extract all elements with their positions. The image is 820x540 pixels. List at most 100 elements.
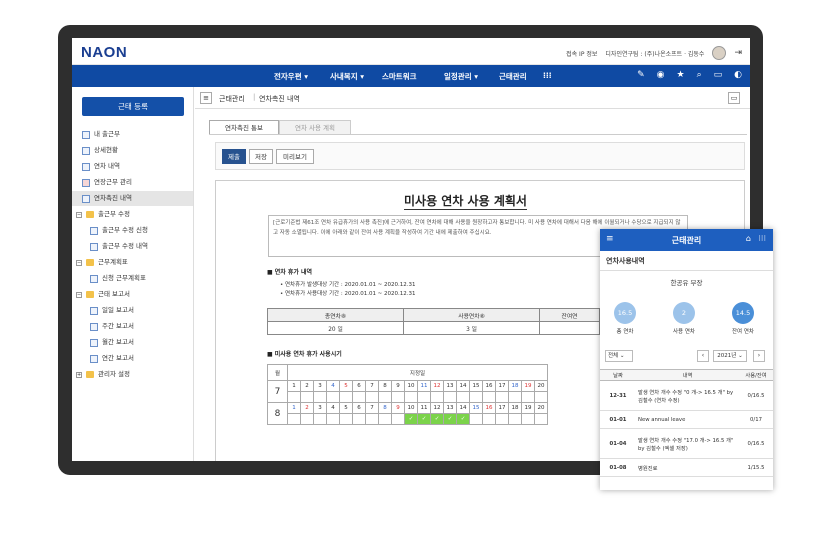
attendance-register-button[interactable]: 근태 등록: [82, 97, 184, 116]
sidebar-item-monthly-report[interactable]: 월간 보고서: [90, 335, 134, 350]
nav-mail[interactable]: 전자우편 ▾: [274, 71, 308, 82]
menu-toggle-icon[interactable]: ≡: [200, 92, 212, 104]
calendar-select-cell[interactable]: ✓: [443, 413, 457, 425]
calendar-select-cell[interactable]: [326, 391, 340, 403]
sidebar-item-plan-request[interactable]: 신청 근무계획표: [90, 271, 146, 286]
sidebar-item-yearly-report[interactable]: 연간 보고서: [90, 351, 134, 366]
sidebar-item-overtime[interactable]: 연장근무 관리: [82, 175, 132, 190]
calendar-select-cell[interactable]: [378, 391, 392, 403]
calendar-select-cell[interactable]: ✓: [430, 413, 444, 425]
calendar-select-cell[interactable]: [430, 391, 444, 403]
table-row[interactable]: 01-08 병원진료 1/15.5: [600, 458, 773, 477]
preview-button[interactable]: 미리보기: [276, 149, 314, 164]
chat-icon[interactable]: ◉: [657, 70, 665, 80]
palette-icon[interactable]: ◐: [734, 70, 742, 80]
expand-icon[interactable]: −: [76, 211, 82, 218]
breadcrumb-root[interactable]: 근태관리: [219, 94, 245, 104]
avatar[interactable]: [712, 46, 727, 60]
calendar-day: 15: [469, 380, 483, 392]
calendar-select-cell[interactable]: [482, 391, 496, 403]
calendar-select-cell[interactable]: [339, 391, 353, 403]
sidebar-item-leave-promotion[interactable]: 연차촉진 내역: [72, 191, 193, 206]
table-row[interactable]: 01-01 New annual leave 0/17: [600, 410, 773, 429]
search-icon[interactable]: ⌕: [697, 70, 702, 80]
expand-icon[interactable]: −: [76, 259, 82, 266]
calendar-select-cell[interactable]: ✓: [417, 413, 431, 425]
calendar-select-cell[interactable]: [482, 413, 496, 425]
sidebar-item-my-attendance[interactable]: 내 출근부: [82, 127, 120, 142]
nav-schedule[interactable]: 일정관리 ▾: [444, 71, 478, 82]
calendar-select-cell[interactable]: [313, 391, 327, 403]
calendar-select-cell[interactable]: [521, 413, 535, 425]
naon-logo[interactable]: NAON: [81, 44, 127, 61]
table-row[interactable]: 01-04 발생 연차 개수 수정 "17.0 개-> 16.5 개" by 김철…: [600, 428, 773, 459]
calendar-select-cell[interactable]: [287, 391, 301, 403]
monitor-icon[interactable]: ▭: [714, 70, 723, 80]
sidebar-item-admin[interactable]: + 관리자 설정: [76, 367, 130, 382]
nav-smartwork[interactable]: 스마트워크: [382, 71, 417, 82]
tab-leave-notice[interactable]: 연차촉진 통보: [209, 120, 279, 135]
calendar-select-cell[interactable]: [443, 391, 457, 403]
calendar-select-cell[interactable]: [404, 391, 418, 403]
sidebar-item-daily-report[interactable]: 일일 보고서: [90, 303, 134, 318]
prev-year-button[interactable]: ‹: [697, 350, 709, 362]
calendar-select-cell[interactable]: [534, 391, 548, 403]
sidebar-item-edit-history[interactable]: 출근부 수정 내역: [90, 239, 148, 254]
sidebar-item-work-plan[interactable]: − 근무계획표: [76, 255, 128, 270]
nav-attendance[interactable]: 근태관리: [499, 71, 527, 82]
calendar-select-cell[interactable]: [469, 391, 483, 403]
calendar-select-cell[interactable]: [417, 391, 431, 403]
calendar-select-cell[interactable]: [300, 413, 314, 425]
sidebar-item-reports[interactable]: − 근태 보고서: [76, 287, 130, 302]
table-row[interactable]: 12-31 발생 연차 개수 수정 "0 개-> 16.5 개" by 김철수 (…: [600, 380, 773, 411]
calendar-select-cell[interactable]: [391, 391, 405, 403]
submit-button[interactable]: 제출: [222, 149, 246, 164]
sidebar-item-edit-request[interactable]: 출근부 수정 신청: [90, 223, 148, 238]
calendar-day: 15: [469, 402, 483, 414]
calendar-select-cell[interactable]: [313, 413, 327, 425]
calendar-select-cell[interactable]: [495, 391, 509, 403]
calendar-select-cell[interactable]: [495, 413, 509, 425]
calendar-select-cell[interactable]: ✓: [404, 413, 418, 425]
calendar-select-cell[interactable]: [508, 391, 522, 403]
apps-grid-icon[interactable]: ⁝⁝⁝: [758, 234, 766, 243]
calendar-select-cell[interactable]: [469, 413, 483, 425]
calendar-select-cell[interactable]: [378, 413, 392, 425]
apps-grid-icon[interactable]: ⁝⁝⁝: [543, 71, 552, 80]
calendar-select-cell[interactable]: [391, 413, 405, 425]
star-icon[interactable]: ★: [677, 70, 685, 80]
tab-leave-plan[interactable]: 연차 사용 계획: [279, 120, 351, 135]
calendar-select-cell[interactable]: [352, 391, 366, 403]
ip-info-link[interactable]: 접속 IP 정보: [566, 49, 597, 58]
year-select[interactable]: 2021년 ⌄: [713, 350, 747, 362]
logout-icon[interactable]: ⇥: [734, 48, 742, 58]
calendar-select-cell[interactable]: [521, 391, 535, 403]
calendar-select-cell[interactable]: [508, 413, 522, 425]
save-button[interactable]: 저장: [249, 149, 273, 164]
row-value: 0/16.5: [739, 380, 773, 411]
filter-select[interactable]: 전체 ⌄: [605, 350, 633, 362]
calendar-select-cell[interactable]: ✓: [456, 413, 470, 425]
row-value: 1/15.5: [739, 458, 773, 477]
calendar-select-cell[interactable]: [287, 413, 301, 425]
sidebar-item-attendance-edit[interactable]: − 출근부 수정: [76, 207, 130, 222]
calendar-select-cell[interactable]: [326, 413, 340, 425]
sidebar-item-leave[interactable]: 연차 내역: [82, 159, 120, 174]
sidebar-item-detail[interactable]: 상세현황: [82, 143, 118, 158]
calendar-select-cell[interactable]: [300, 391, 314, 403]
monitor-icon[interactable]: ▭: [728, 92, 740, 104]
calendar-select-cell[interactable]: [534, 413, 548, 425]
calendar-select-cell[interactable]: [365, 413, 379, 425]
expand-icon[interactable]: +: [76, 371, 82, 378]
col-value: 사용/잔여: [739, 369, 773, 381]
calendar-select-cell[interactable]: [352, 413, 366, 425]
next-year-button[interactable]: ›: [753, 350, 765, 362]
calendar-select-cell[interactable]: [365, 391, 379, 403]
home-icon[interactable]: ⌂: [746, 234, 751, 243]
nav-welfare[interactable]: 사내복지 ▾: [330, 71, 364, 82]
calendar-select-cell[interactable]: [339, 413, 353, 425]
expand-icon[interactable]: −: [76, 291, 82, 298]
sidebar-item-weekly-report[interactable]: 주간 보고서: [90, 319, 134, 334]
pen-icon[interactable]: ✎: [637, 70, 645, 80]
calendar-select-cell[interactable]: [456, 391, 470, 403]
